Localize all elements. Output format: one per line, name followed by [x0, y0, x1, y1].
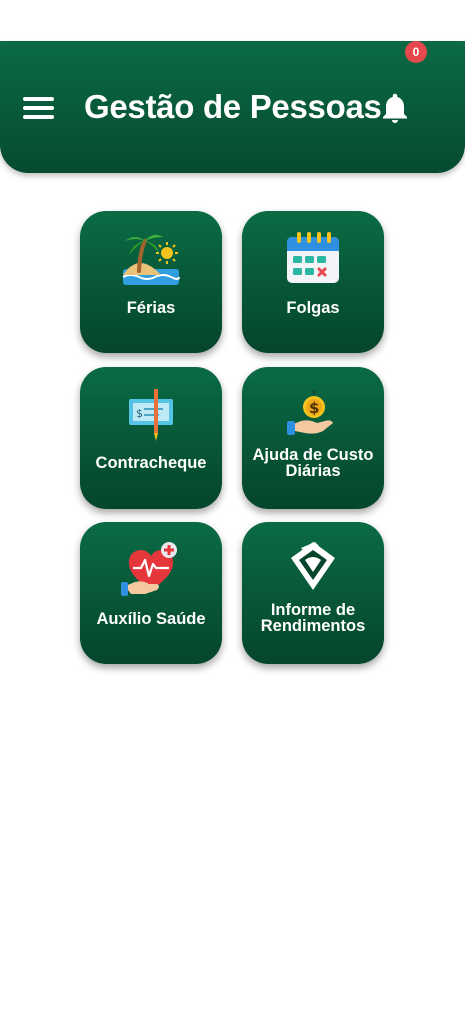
menu-card-folgas[interactable]: Folgas: [242, 211, 384, 353]
cheque-icon: $: [129, 389, 173, 441]
menu-card-label: Férias: [126, 299, 176, 317]
hamburger-menu-icon[interactable]: [23, 95, 55, 121]
menu-card-label-line2: Rendimentos: [260, 617, 366, 635]
notification-badge: 0: [405, 41, 427, 63]
menu-card-auxilio-saude[interactable]: Auxílio Saúde: [80, 522, 222, 664]
receita-federal-icon: [291, 542, 335, 590]
menu-card-label: Auxílio Saúde: [96, 610, 206, 628]
menu-card-informe-de-rendimentos[interactable]: Informe de Rendimentos: [242, 522, 384, 664]
menu-card-ajuda-de-custo[interactable]: $ Ajuda de Custo Diárias: [242, 367, 384, 509]
menu-card-label-line1: Informe de: [270, 601, 356, 619]
menu-card-contracheque[interactable]: $ Contracheque: [80, 367, 222, 509]
page-title: Gestão de Pessoas: [84, 88, 382, 125]
calendar-icon: [287, 232, 339, 283]
beach-palm-icon: [122, 234, 180, 285]
svg-text:$: $: [309, 399, 319, 417]
menu-card-label-line1: Ajuda de Custo: [252, 446, 374, 464]
health-heart-icon: [121, 542, 177, 596]
money-hand-icon: $: [287, 391, 333, 435]
menu-card-label-line2: Diárias: [285, 462, 341, 480]
menu-card-label: Ajuda de Custo Diárias: [246, 446, 380, 480]
svg-text:$: $: [136, 407, 143, 420]
menu-card-label: Informe de Rendimentos: [246, 601, 380, 635]
menu-card-label: Folgas: [286, 299, 340, 317]
menu-card-label: Contracheque: [95, 454, 207, 472]
menu-card-ferias[interactable]: Férias: [80, 211, 222, 353]
bell-icon[interactable]: [377, 90, 413, 126]
app-header: Gestão de Pessoas: [0, 41, 465, 173]
